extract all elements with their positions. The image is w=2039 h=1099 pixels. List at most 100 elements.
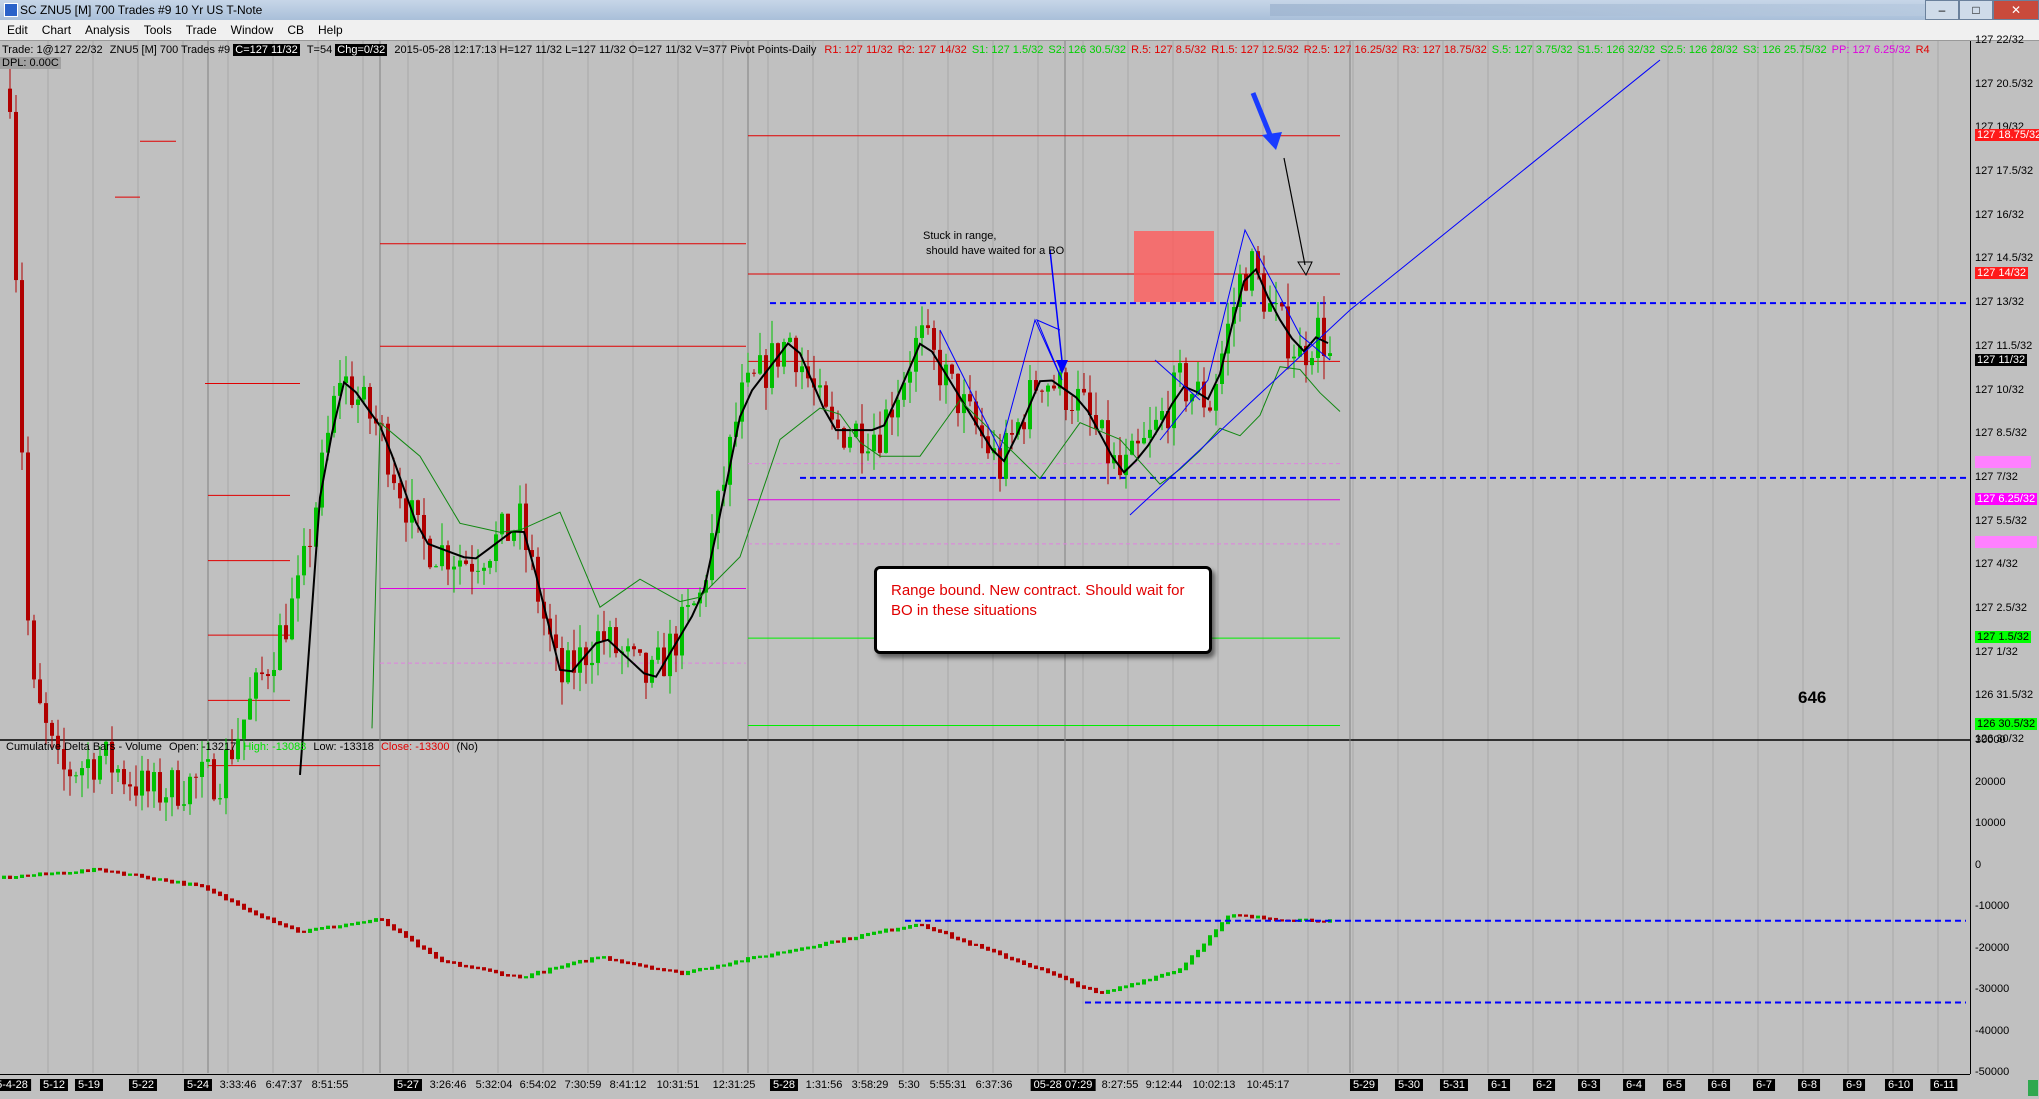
candle-body [788, 337, 792, 342]
delta-bar [302, 930, 306, 933]
delta-bar [1076, 981, 1080, 988]
delta-bar [446, 960, 450, 964]
candle-body [92, 759, 96, 780]
delta-label: Cumulative Delta Bars - Volume [6, 741, 162, 753]
candle-body [14, 111, 18, 281]
candle-body [692, 603, 696, 606]
time-label: 6-3 [1578, 1079, 1600, 1091]
menu-edit[interactable]: Edit [0, 20, 35, 40]
delta-bar [1124, 985, 1128, 989]
delta-bar [788, 949, 792, 954]
candle-body [794, 337, 798, 373]
delta-bar [170, 879, 174, 884]
price-label: 127 7/32 [1975, 470, 2018, 483]
candle-body [146, 770, 150, 792]
delta-bar [1100, 991, 1104, 994]
candle-body [434, 566, 438, 568]
menu-chart[interactable]: Chart [35, 20, 78, 40]
minimize-button[interactable]: – [1925, 0, 1959, 20]
delta-bar [344, 923, 348, 928]
pivot-label: S3: 126 25.75/32 [1742, 44, 1827, 56]
delta-bar [500, 971, 504, 977]
delta-bar [542, 970, 546, 974]
delta-bar [290, 925, 294, 930]
delta-bar [338, 925, 342, 929]
candle-body [752, 372, 756, 374]
price-chart[interactable] [0, 41, 1970, 1074]
candle-body [926, 325, 930, 329]
delta-bar [896, 927, 900, 932]
candle-body [596, 631, 600, 663]
candle-body [98, 755, 102, 780]
candle-body [512, 531, 516, 541]
pivot-label: R3: 127 18.75/32 [1402, 44, 1487, 56]
delta-bar [104, 868, 108, 873]
delta-bar [482, 967, 486, 971]
menu-trade[interactable]: Trade [179, 20, 224, 40]
delta-bar [776, 951, 780, 956]
delta-bar [650, 965, 654, 970]
candle-body [998, 448, 1002, 479]
menu-window[interactable]: Window [224, 20, 281, 40]
candle-body [950, 364, 954, 374]
time-label: 6-4 [1623, 1079, 1645, 1091]
delta-bar [1094, 987, 1098, 994]
delta-bar [212, 888, 216, 894]
delta-bar [1010, 956, 1014, 961]
menu-help[interactable]: Help [311, 20, 350, 40]
time-label: 12:31:25 [712, 1079, 756, 1091]
arrow-head [1262, 132, 1282, 150]
delta-bar [392, 924, 396, 931]
time-label: 10:45:17 [1246, 1079, 1290, 1091]
delta-bar [80, 869, 84, 874]
delta-bar [506, 974, 510, 977]
delta-bar [914, 923, 918, 928]
candle-body [476, 570, 480, 572]
candle-body [824, 385, 828, 407]
candle-body [254, 672, 258, 699]
price-scale[interactable]: 127 22/32 127 20.5/32 127 19/32 127 18.75/3… [1970, 34, 2039, 1078]
time-label: 5-27 [393, 1079, 423, 1091]
delta-bar [554, 966, 558, 970]
candle-body [626, 646, 630, 652]
time-label: 6-7 [1753, 1079, 1775, 1091]
delta-bar [98, 867, 102, 871]
delta-bar [284, 923, 288, 928]
delta-bar [422, 945, 426, 950]
time-label: 1:31:56 [805, 1079, 843, 1091]
candle-body [194, 776, 198, 778]
price-label: 126 31.5/32 [1975, 689, 2034, 702]
time-label: 6-10 [1884, 1079, 1914, 1091]
pivot-label: R2.5: 127 16.25/32 [1303, 44, 1398, 56]
delta-bar [1052, 971, 1056, 976]
delta-bar [314, 927, 318, 931]
delta-bar [836, 940, 840, 943]
delta-high: High: -13088 [243, 741, 307, 753]
menu-tools[interactable]: Tools [137, 20, 179, 40]
delta-bar [470, 965, 474, 969]
delta-bar [404, 931, 408, 938]
delta-bar [350, 923, 354, 926]
delta-bar [818, 944, 822, 948]
close-button[interactable]: ✕ [1993, 0, 2039, 20]
time-label: 5-24 [183, 1079, 213, 1091]
candle-body [1082, 388, 1086, 393]
maximize-button[interactable]: □ [1959, 0, 1993, 20]
menu-analysis[interactable]: Analysis [78, 20, 137, 40]
delta-bar [362, 921, 366, 924]
delta-bar [842, 937, 846, 943]
delta-bar [1256, 915, 1260, 919]
delta-bar [14, 876, 18, 879]
candle-body [818, 385, 822, 388]
app-icon [4, 3, 18, 17]
delta-bar [1166, 972, 1170, 976]
candle-body [296, 575, 300, 599]
time-label: 6-1 [1488, 1079, 1510, 1091]
delta-bar [620, 959, 624, 964]
delta-bar [956, 936, 960, 941]
time-axis[interactable]: 5-4-28 5-12 5-19 5-22 5-24 3:33:46 6:47:37 8:51… [0, 1074, 1970, 1099]
delta-bar [644, 964, 648, 968]
candle-body [128, 784, 132, 787]
delta-scale-label: 10000 [1975, 817, 2006, 829]
menu-cb[interactable]: CB [280, 20, 311, 40]
